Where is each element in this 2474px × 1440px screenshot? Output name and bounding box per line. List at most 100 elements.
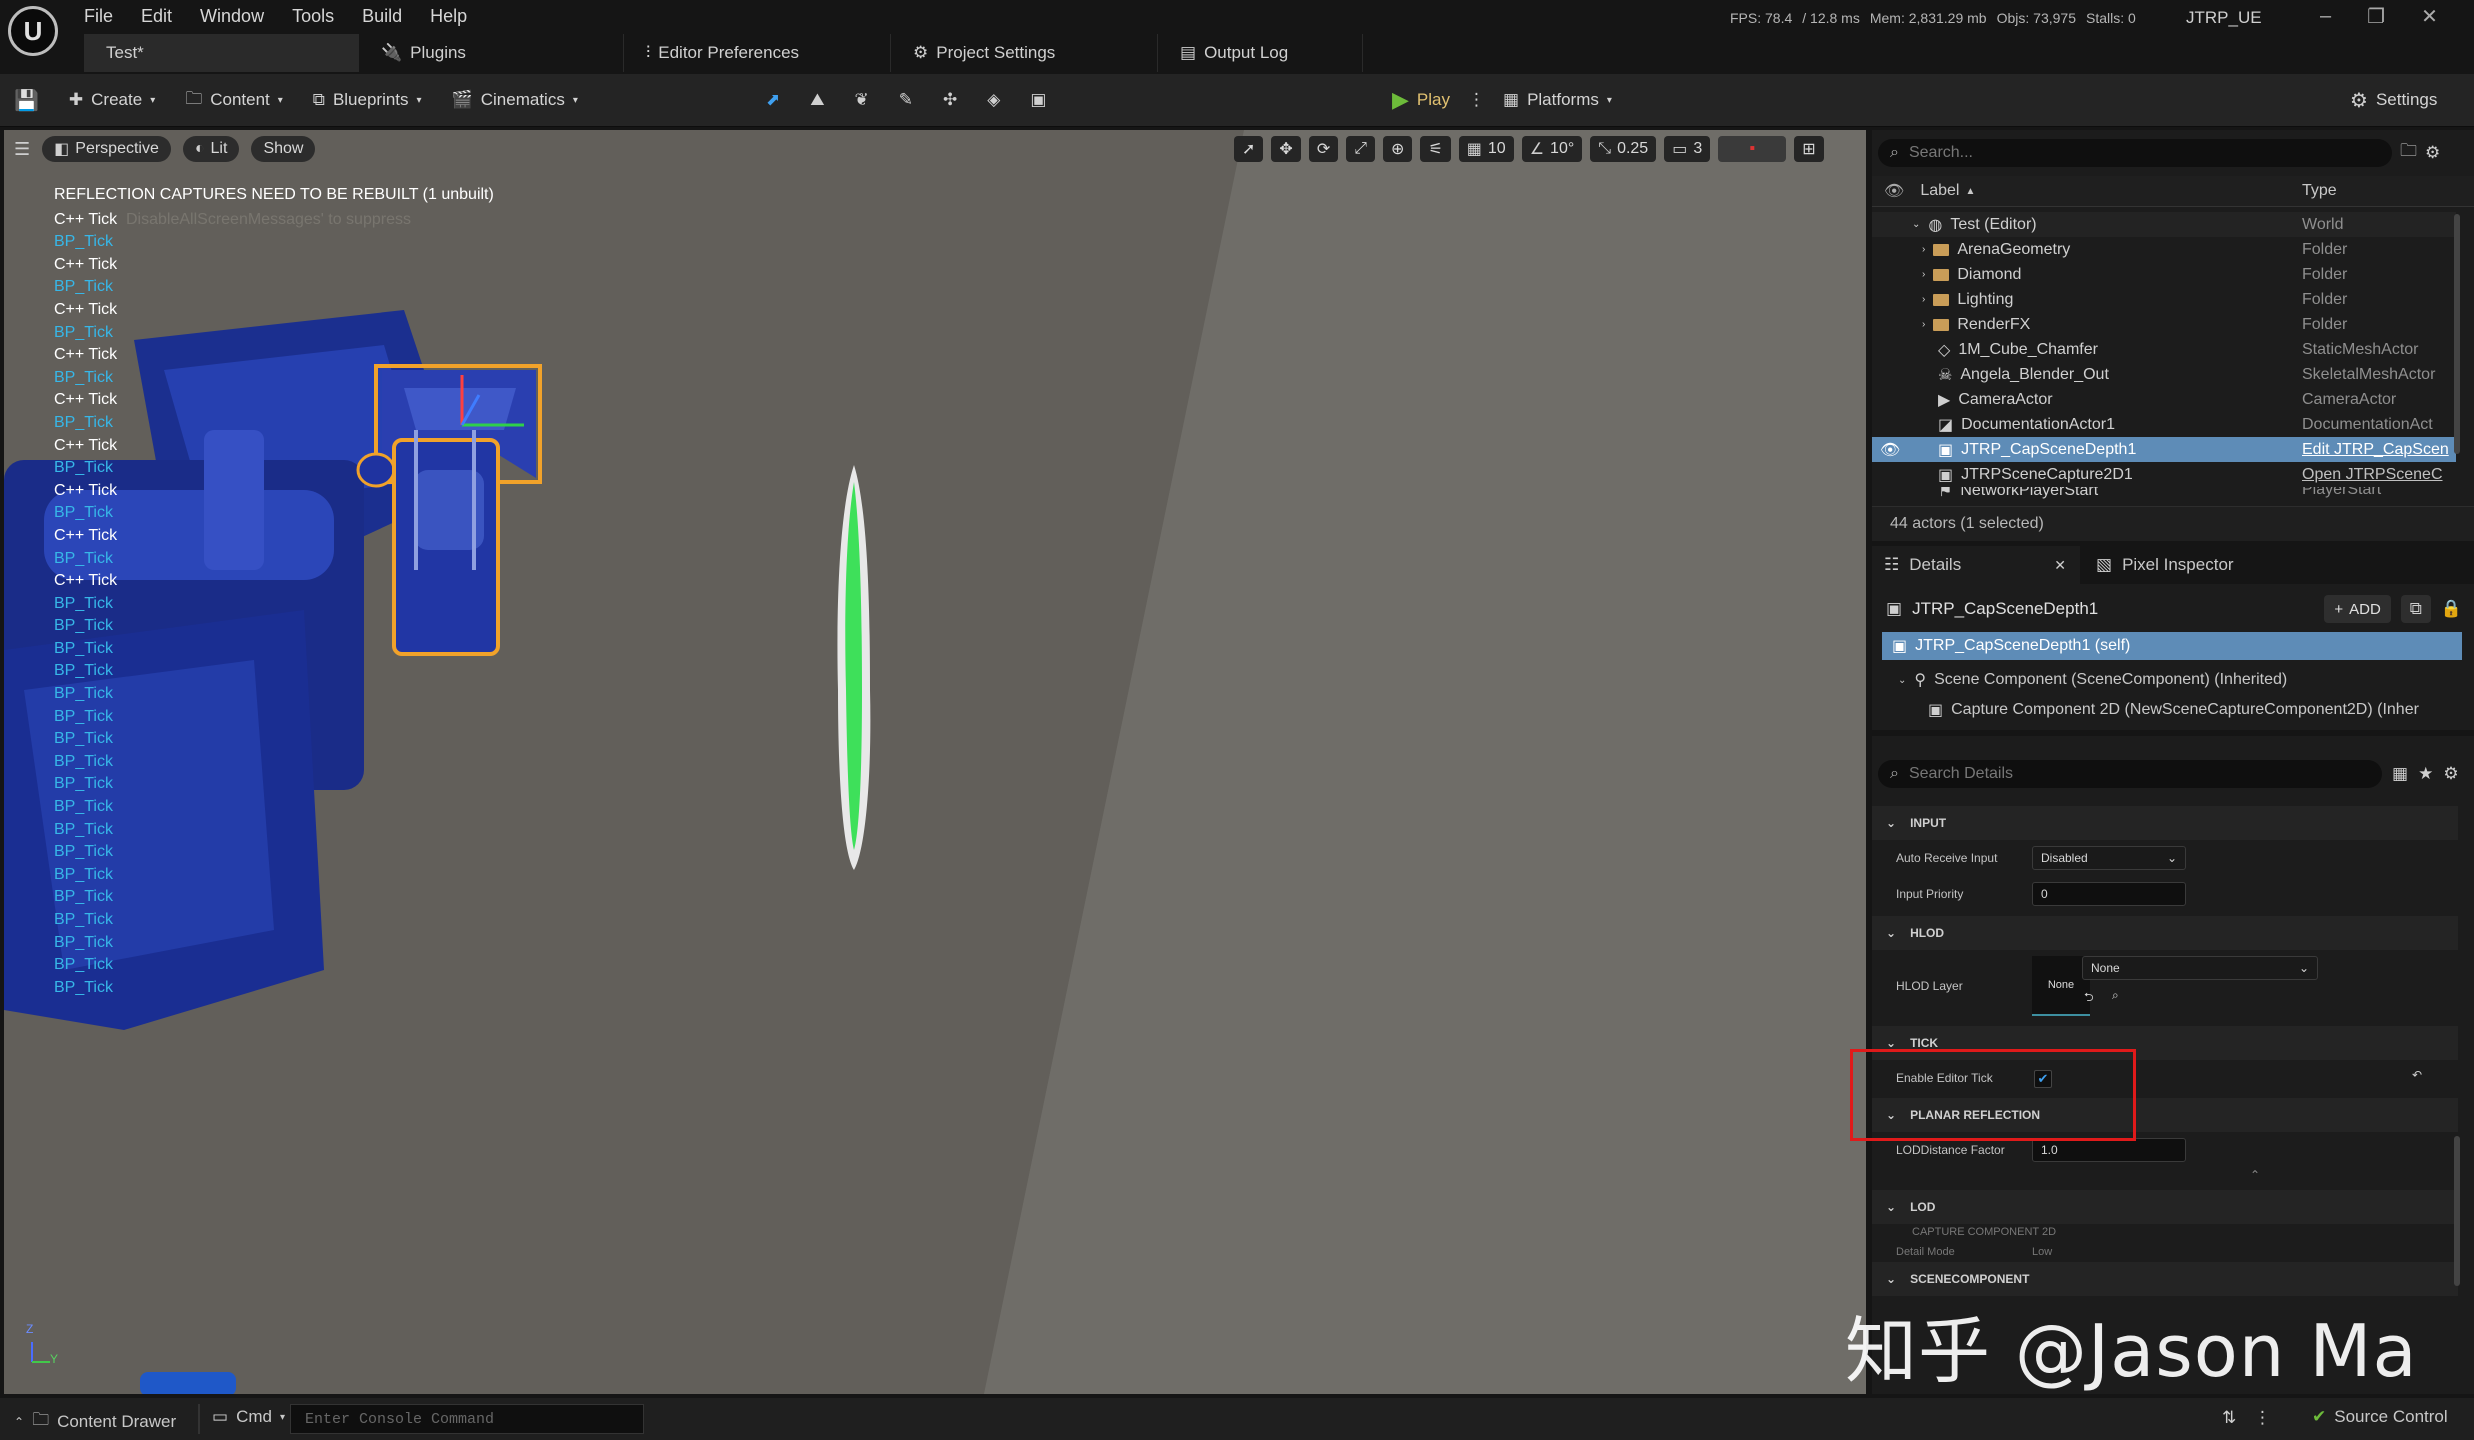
gear-icon[interactable]: ⚙ [2443, 764, 2458, 784]
menu-build[interactable]: Build [362, 6, 422, 27]
minimize-icon[interactable]: – [2320, 5, 2331, 28]
tab-editor-preferences[interactable]: ⫶ Editor Preferences [624, 34, 891, 72]
landscape-mode-icon[interactable]: ⛰ [810, 80, 824, 120]
cinematics-button[interactable]: 🎬 Cinematics ▾ [452, 80, 578, 120]
fracture-mode-icon[interactable]: ✣ [943, 80, 957, 120]
lock-icon[interactable]: 🔒 [2441, 599, 2462, 619]
section-scenecomponent[interactable]: ⌄ SCENECOMPONENT [1872, 1262, 2458, 1296]
rotate-tool-icon[interactable]: ⟳ [1308, 136, 1339, 162]
console-command-input[interactable]: Enter Console Command [290, 1404, 644, 1434]
unreal-logo-icon[interactable]: U [8, 6, 58, 56]
tree-row-actor[interactable]: ◪ DocumentationActor1 DocumentationAct [1872, 412, 2456, 437]
tree-row-folder[interactable]: › Diamond Folder [1872, 262, 2456, 287]
details-scrollbar[interactable] [2454, 1136, 2460, 1286]
tree-row-actor[interactable]: ⚑ NetworkPlayerStart PlayerStart [1872, 487, 2456, 499]
menu-file[interactable]: File [84, 6, 133, 27]
section-hlod[interactable]: ⌄ HLOD [1872, 916, 2458, 950]
component-capture-row[interactable]: ▣ Capture Component 2D (NewSceneCaptureCo… [1928, 700, 2468, 720]
grid-snap-button[interactable]: ▦ 10 [1458, 136, 1514, 162]
splitter[interactable] [1872, 730, 2474, 736]
camera-speed-button[interactable]: ▭ 3 [1664, 136, 1711, 162]
tree-row-folder[interactable]: › Lighting Folder [1872, 287, 2456, 312]
show-button[interactable]: Show [251, 136, 316, 162]
select-tool-icon[interactable]: ➚ [1234, 136, 1264, 162]
tab-level[interactable]: Test* [84, 34, 359, 72]
save-icon[interactable]: 💾 [14, 80, 39, 120]
auto-receive-input-dropdown[interactable]: Disabled ⌄ [2032, 846, 2186, 870]
advanced-expand-icon[interactable]: ⌃ [1872, 1168, 2458, 1190]
tab-project-settings[interactable]: ⚙ Project Settings [891, 34, 1158, 72]
browse-search-icon[interactable]: ⌕ [2112, 988, 2119, 1003]
cmd-button[interactable]: ▭ Cmd ▾ [212, 1407, 285, 1427]
tree-row-world[interactable]: ⌄ ◍ Test (Editor) World [1872, 212, 2456, 237]
close-tab-icon[interactable]: ✕ [2054, 557, 2066, 574]
tab-plugins[interactable]: 🔌 Plugins [359, 34, 624, 72]
table-view-icon[interactable]: ▦ [2392, 764, 2408, 784]
component-self-row[interactable]: ▣ JTRP_CapSceneDepth1 (self) [1882, 632, 2462, 660]
favorites-star-icon[interactable]: ★ [2418, 764, 2433, 784]
outliner-scrollbar[interactable] [2454, 214, 2460, 454]
content-drawer-button[interactable]: ⌃ 🗀 Content Drawer [14, 1407, 176, 1436]
details-search-input[interactable]: ⌕ Search Details [1878, 760, 2382, 788]
scale-tool-icon[interactable]: ⤢ [1346, 136, 1376, 162]
tab-details[interactable]: ☷ Details ✕ [1872, 546, 2080, 584]
input-priority-field[interactable]: 0 [2032, 882, 2186, 906]
use-selected-icon[interactable]: ⮌ [2084, 988, 2094, 1009]
menu-window[interactable]: Window [200, 6, 284, 27]
lod-distance-field[interactable]: 1.0 [2032, 1138, 2186, 1162]
perspective-button[interactable]: ◧ Perspective [42, 136, 171, 162]
more-options-icon[interactable]: ⋮ [2254, 1408, 2271, 1428]
translate-tool-icon[interactable]: ✥ [1271, 136, 1301, 162]
add-component-button[interactable]: + ADD [2324, 595, 2391, 623]
platforms-button[interactable]: ▦ Platforms ▾ [1503, 80, 1612, 120]
create-button[interactable]: ✚ Create ▾ [69, 80, 155, 120]
add-folder-icon[interactable]: 🗀 [2400, 138, 2417, 167]
menu-help[interactable]: Help [430, 6, 487, 27]
reset-to-default-icon[interactable]: ↶ [2412, 1068, 2422, 1082]
gear-icon[interactable]: ⚙ [2425, 143, 2440, 163]
eye-icon[interactable]: 👁 [1884, 181, 1904, 201]
tree-row-selected[interactable]: 👁 ▣ JTRP_CapSceneDepth1 Edit JTRP_CapScen [1872, 437, 2456, 462]
tree-row-actor[interactable]: ☠ Angela_Blender_Out SkeletalMeshActor [1872, 362, 2456, 387]
brush-edit-mode-icon[interactable]: ◈ [987, 80, 1000, 120]
tree-row-folder[interactable]: › ArenaGeometry Folder [1872, 237, 2456, 262]
content-button[interactable]: 🗀 Content ▾ [185, 80, 283, 120]
menu-tools[interactable]: Tools [292, 6, 354, 27]
realtime-toggle[interactable]: ▪ [1718, 136, 1787, 162]
close-icon[interactable]: ✕ [2421, 4, 2438, 29]
menu-edit[interactable]: Edit [141, 6, 192, 27]
component-scene-row[interactable]: ⌄ ⚲ Scene Component (SceneComponent) (Inhe… [1898, 670, 2287, 690]
section-lod[interactable]: ⌄ LOD [1872, 1190, 2458, 1224]
scale-snap-button[interactable]: ⤡ 0.25 [1590, 136, 1657, 162]
tab-output-log[interactable]: ▤ Output Log [1158, 34, 1363, 72]
tree-row-folder[interactable]: › RenderFX Folder [1872, 312, 2456, 337]
viewport-layout-icon[interactable]: ⊞ [1794, 136, 1824, 162]
play-button[interactable]: ▶ Play [1392, 80, 1450, 120]
restore-icon[interactable]: ❐ [2367, 4, 2385, 29]
surface-snap-icon[interactable]: ⚟ [1420, 136, 1451, 162]
outliner-search-input[interactable]: ⌕ Search... [1878, 138, 2392, 167]
blueprint-convert-icon[interactable]: ⧉ [2400, 595, 2431, 623]
hlod-layer-dropdown[interactable]: None ⌄ [2082, 956, 2318, 980]
settings-button[interactable]: ⚙ Settings [2350, 80, 2437, 120]
foliage-mode-icon[interactable]: ❦ [855, 80, 869, 120]
world-space-icon[interactable]: ⊕ [1383, 136, 1413, 162]
tree-row-actor[interactable]: ◇ 1M_Cube_Chamfer StaticMeshActor [1872, 337, 2456, 362]
source-control-button[interactable]: ✔ Source Control [2312, 1407, 2448, 1427]
section-input[interactable]: ⌄ INPUT [1872, 806, 2458, 840]
select-mode-icon[interactable]: ⬈ [766, 80, 780, 120]
rotation-snap-button[interactable]: ∠ 10° [1521, 136, 1583, 162]
lit-button[interactable]: ◐ Lit [182, 136, 240, 162]
play-options-icon[interactable]: ⋮ [1468, 90, 1485, 110]
hamburger-menu-icon[interactable]: ☰ [14, 139, 30, 160]
derived-data-icon[interactable]: ⇅ [2222, 1408, 2236, 1428]
blueprints-button[interactable]: ⧉ Blueprints ▾ [313, 80, 422, 120]
col-type-header[interactable]: Type [2302, 182, 2337, 200]
tab-pixel-inspector[interactable]: ▧ Pixel Inspector [2080, 546, 2234, 584]
tree-row-actor[interactable]: ▶ CameraActor CameraActor [1872, 387, 2456, 412]
col-label-header[interactable]: Label [1920, 182, 1959, 200]
mesh-paint-mode-icon[interactable]: ✎ [899, 80, 913, 120]
tree-row-actor[interactable]: ▣ JTRPSceneCapture2D1 Open JTRPSceneC [1872, 462, 2456, 487]
geometry-mode-icon[interactable]: ▣ [1030, 80, 1046, 120]
eye-icon[interactable]: 👁 [1880, 440, 1900, 460]
